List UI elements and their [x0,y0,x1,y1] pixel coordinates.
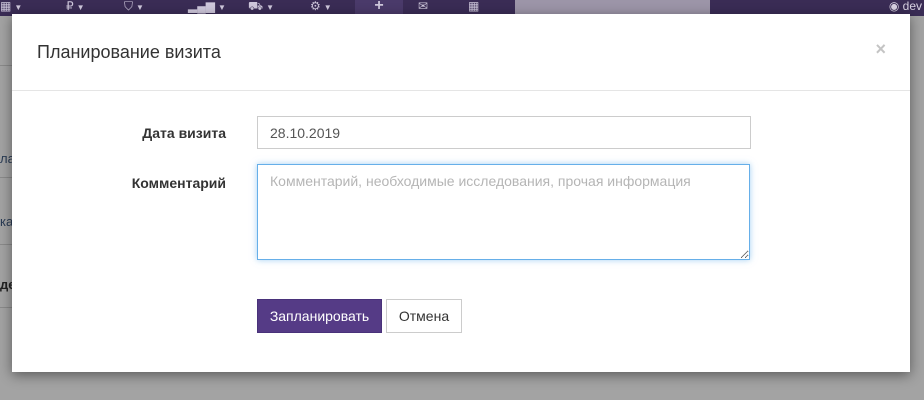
divider [0,244,12,245]
gear-icon: ⚙ [310,0,321,13]
schedule-button[interactable]: Запланировать [257,299,382,333]
cart-icon: ⛟ [248,0,264,13]
chevron-down-icon: ▼ [14,3,23,12]
chevron-down-icon: ▼ [217,3,226,12]
divider [0,177,12,178]
calendar-icon: ▦ [468,0,480,13]
chevron-down-icon: ▼ [136,3,144,12]
divider [0,65,12,66]
chevron-down-icon: ▼ [323,3,332,12]
comment-label: Комментарий [131,175,226,191]
ruble-icon: ₽ [66,0,74,13]
close-icon[interactable]: × [875,39,886,60]
divider [0,307,12,308]
grid-icon: ▦ [0,0,12,13]
modal-header: Планирование визита × [12,14,910,91]
date-input[interactable] [257,116,751,149]
bar-chart-icon: ▂▄▆ [188,0,215,13]
envelope-icon: ✉ [418,0,429,13]
date-label: Дата визита [142,125,226,141]
chevron-down-icon: ▼ [266,3,275,12]
user-icon: ◉ [888,0,900,13]
bag-icon: ⛉ [124,0,134,13]
user-name: dev [902,0,922,13]
comment-textarea[interactable] [257,164,750,260]
chevron-down-icon: ▼ [76,3,85,12]
plus-icon: + [374,0,384,14]
modal-title: Планирование визита [37,42,221,62]
visit-planning-modal: Планирование визита × Дата визита Коммен… [12,14,910,372]
cancel-button[interactable]: Отмена [386,299,462,333]
